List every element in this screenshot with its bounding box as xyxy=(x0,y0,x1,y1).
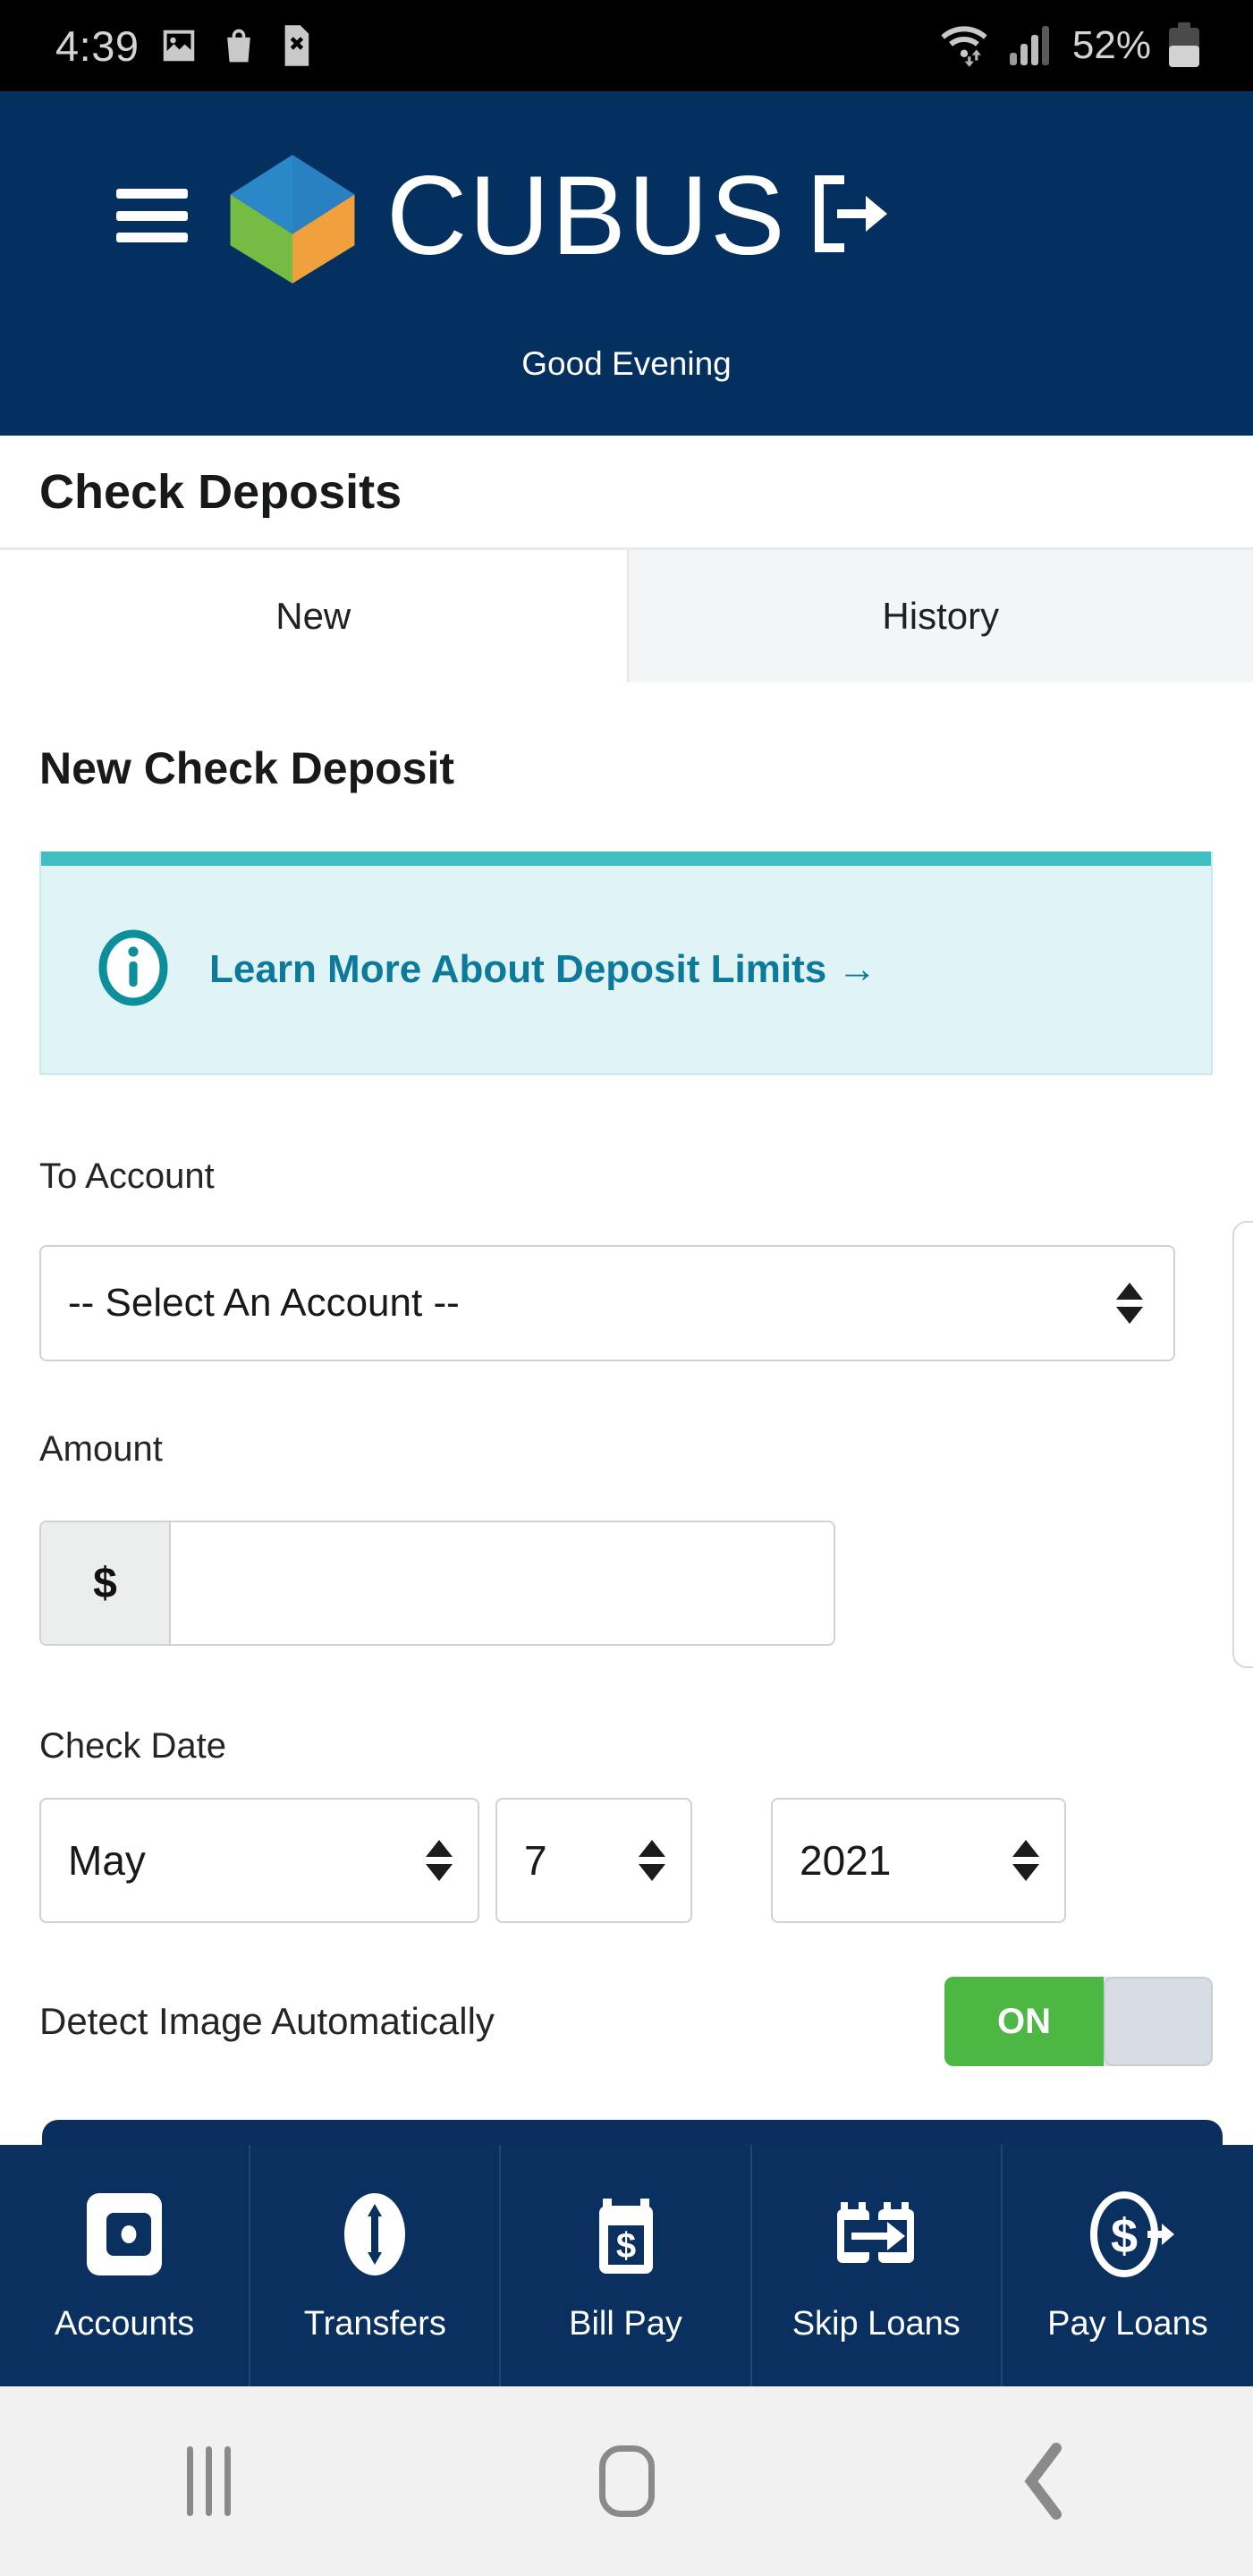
banner-content: Learn More About Deposit Limits → xyxy=(41,866,1211,1073)
status-bar-left: 4:39 xyxy=(0,21,312,71)
deposit-limits-banner[interactable]: Learn More About Deposit Limits → xyxy=(39,852,1213,1075)
tab-new[interactable]: New xyxy=(0,550,627,682)
banner-accent-bar xyxy=(41,852,1211,866)
recents-icon[interactable] xyxy=(0,2446,418,2516)
tab-bar: New History xyxy=(0,547,1253,682)
transfer-arrows-icon xyxy=(330,2188,419,2285)
hamburger-menu-icon[interactable] xyxy=(116,189,188,242)
back-icon[interactable] xyxy=(835,2441,1253,2521)
currency-symbol: $ xyxy=(41,1522,171,1644)
greeting-text: Good Evening xyxy=(521,345,732,382)
check-date-year-value: 2021 xyxy=(800,1837,892,1884)
chevron-updown-icon xyxy=(1116,1283,1143,1324)
nav-item-bill-pay[interactable]: $ Bill Pay xyxy=(501,2145,752,2386)
app-header-row: CUBUS xyxy=(0,91,1253,340)
nav-label-bill-pay: Bill Pay xyxy=(569,2305,682,2343)
tab-history[interactable]: History xyxy=(626,550,1253,682)
nav-item-skip-loans[interactable]: Skip Loans xyxy=(752,2145,1003,2386)
amount-input-group[interactable]: $ xyxy=(39,1521,835,1646)
calendar-dollar-icon: $ xyxy=(581,2188,671,2285)
android-nav-bar xyxy=(0,2386,1253,2576)
check-date-month-value: May xyxy=(68,1837,146,1884)
home-icon[interactable] xyxy=(418,2445,835,2517)
battery-percent-label: 52% xyxy=(1071,23,1151,67)
phone-screen: 4:39 52% CUBUS Good Evening Check Deposi… xyxy=(0,0,1253,2576)
status-bar-clock: 4:39 xyxy=(55,21,140,70)
nav-item-transfers[interactable]: Transfers xyxy=(250,2145,502,2386)
toggle-knob xyxy=(1104,1977,1213,2066)
sd-card-error-icon xyxy=(285,25,309,66)
brand-title: CUBUS xyxy=(386,153,787,278)
nav-label-transfers: Transfers xyxy=(303,2305,446,2343)
to-account-label: To Account xyxy=(39,1157,215,1196)
detect-image-row: Detect Image Automatically ON xyxy=(39,1977,1213,2066)
chevron-updown-icon xyxy=(1012,1840,1039,1881)
battery-icon xyxy=(1169,22,1199,67)
detect-image-toggle[interactable]: ON xyxy=(944,1977,1213,2066)
check-date-day-value: 7 xyxy=(524,1837,547,1884)
status-bar-right: 52% xyxy=(936,22,1253,69)
to-account-select[interactable]: -- Select An Account -- xyxy=(39,1245,1175,1361)
check-date-label: Check Date xyxy=(39,1726,226,1766)
nav-label-pay-loans: Pay Loans xyxy=(1047,2305,1208,2343)
amount-label: Amount xyxy=(39,1429,163,1469)
deposit-limits-link[interactable]: Learn More About Deposit Limits → xyxy=(209,947,876,992)
android-status-bar: 4:39 52% xyxy=(0,0,1253,91)
check-date-day-select[interactable]: 7 xyxy=(495,1798,692,1923)
nav-item-pay-loans[interactable]: $ Pay Loans xyxy=(1003,2145,1253,2386)
cell-signal-icon xyxy=(1009,26,1049,65)
cubus-cube-logo xyxy=(222,152,363,284)
page-title-bar: Check Deposits xyxy=(0,436,1253,547)
detect-image-label: Detect Image Automatically xyxy=(39,2000,495,2042)
app-header: CUBUS Good Evening xyxy=(0,91,1253,436)
logout-icon[interactable] xyxy=(809,171,891,261)
svg-text:$: $ xyxy=(615,2226,635,2266)
svg-text:$: $ xyxy=(1111,2209,1138,2263)
dollar-circle-arrow-icon: $ xyxy=(1079,2188,1176,2285)
toggle-state-label: ON xyxy=(944,1977,1104,2066)
offscreen-field-card xyxy=(1232,1221,1253,1668)
amount-input[interactable] xyxy=(171,1522,834,1644)
check-date-month-select[interactable]: May xyxy=(39,1798,479,1923)
section-heading: New Check Deposit xyxy=(39,743,455,793)
nav-item-accounts[interactable]: Accounts xyxy=(0,2145,251,2386)
bottom-nav-bar: Accounts Transfers $ Bill Pay Skip Loans… xyxy=(0,2145,1253,2386)
image-icon xyxy=(164,30,195,62)
shopping-bag-icon xyxy=(227,29,251,63)
chevron-updown-icon xyxy=(639,1840,665,1881)
wallet-card-icon xyxy=(80,2188,169,2285)
chevron-updown-icon xyxy=(426,1840,453,1881)
nav-label-skip-loans: Skip Loans xyxy=(792,2305,961,2343)
wifi-icon xyxy=(941,26,987,67)
info-circle-icon xyxy=(97,928,170,1012)
calendar-arrow-icon xyxy=(828,2188,925,2285)
to-account-value: -- Select An Account -- xyxy=(68,1281,460,1325)
nav-label-accounts: Accounts xyxy=(54,2305,195,2343)
page-title: Check Deposits xyxy=(39,464,402,519)
check-date-year-select[interactable]: 2021 xyxy=(771,1798,1066,1923)
